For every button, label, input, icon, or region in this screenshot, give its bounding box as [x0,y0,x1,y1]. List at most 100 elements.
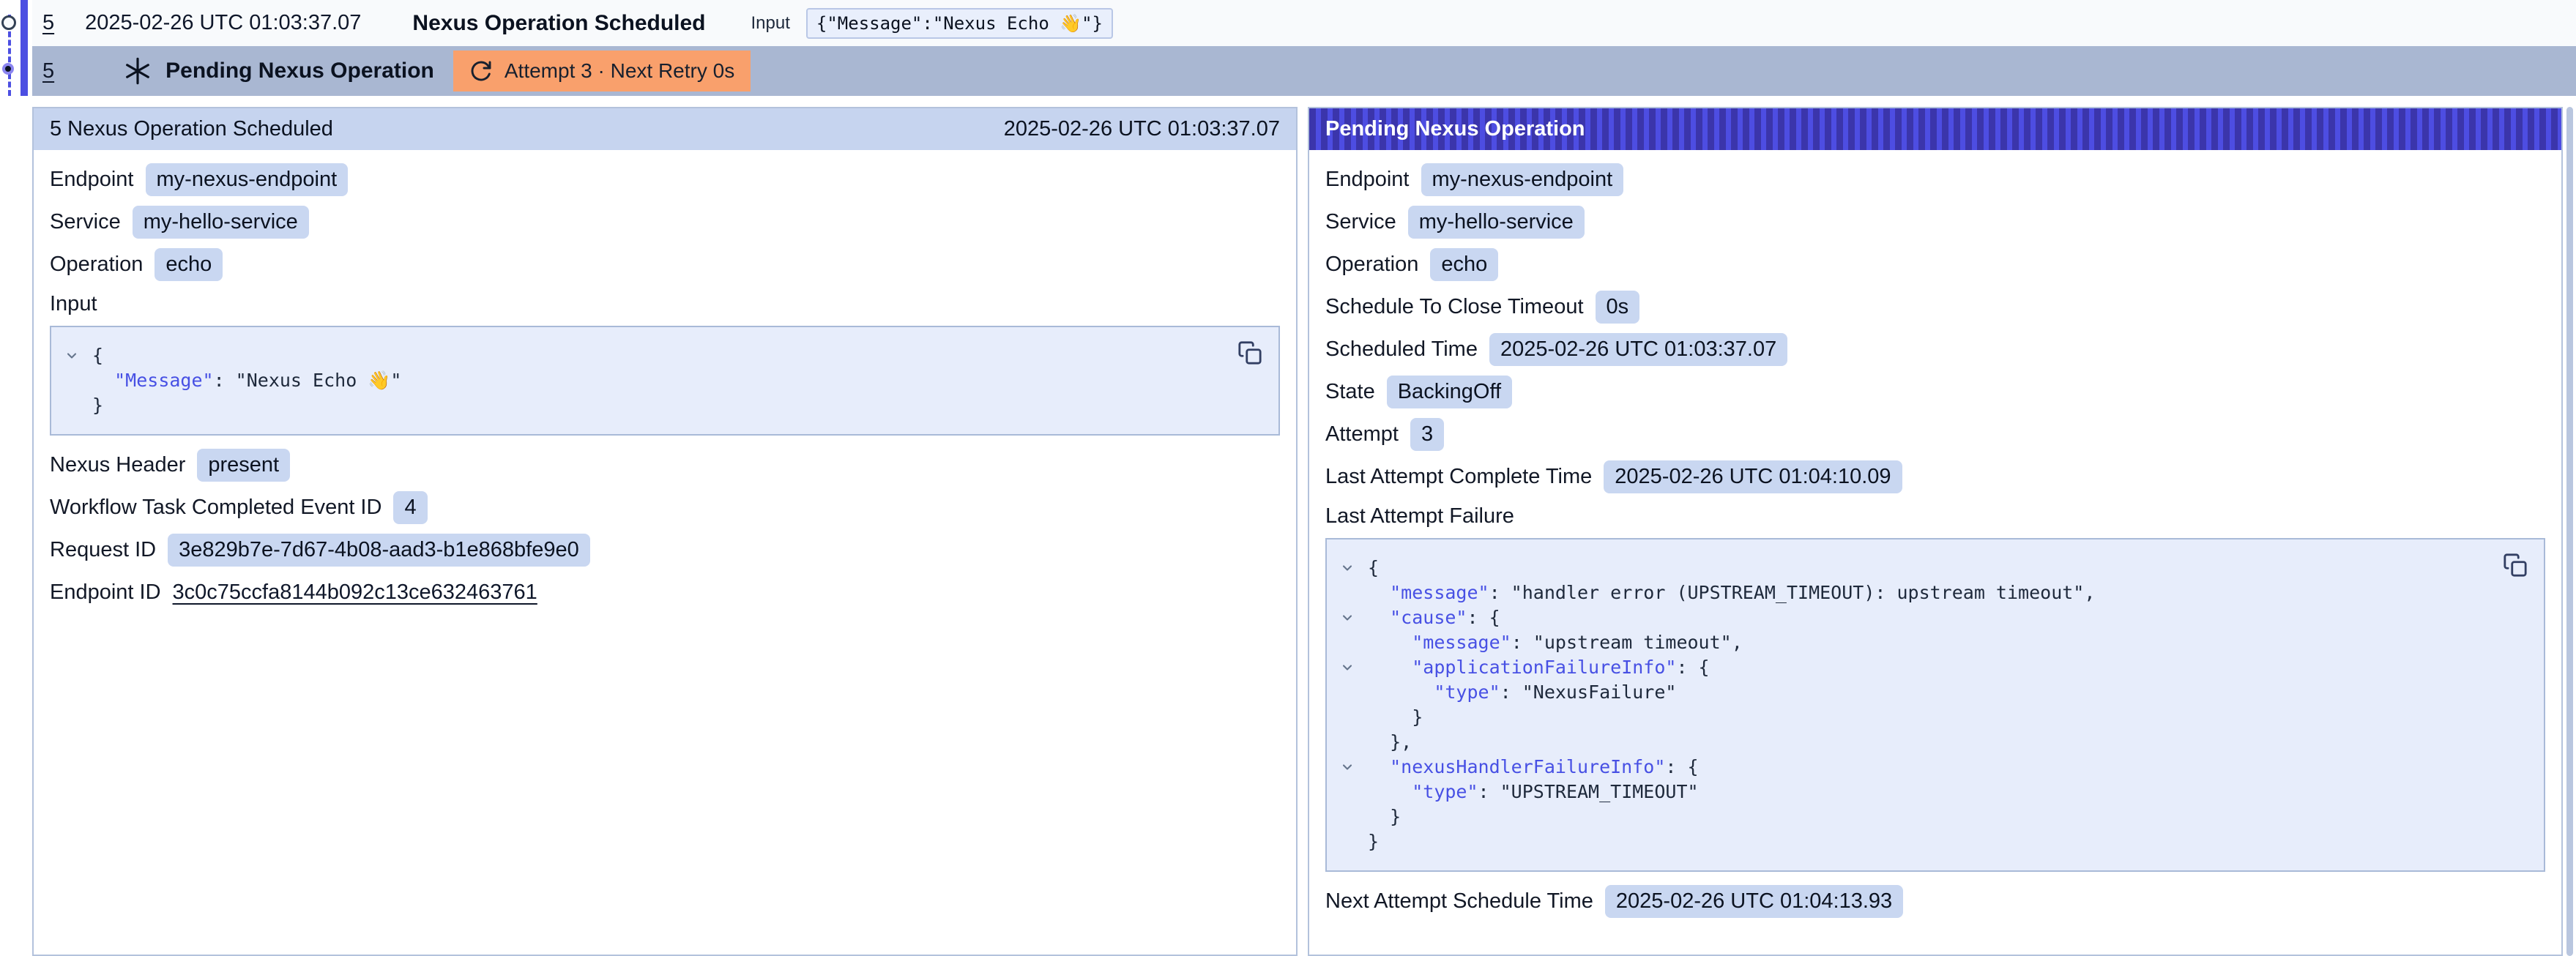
json-text: } [1368,831,1379,852]
json-text: : { [1676,657,1709,678]
event-time: 2025-02-26 UTC 01:03:37.07 [85,11,361,35]
code-line: "nexusHandlerFailureInfo": { [1327,755,2526,780]
retry-attempt-badge: Attempt 3 · Next Retry 0s [453,51,751,92]
json-text: }, [1368,731,1412,753]
code-gutter [1327,580,1368,605]
json-text [1368,607,1390,628]
detail-value-badge: 4 [393,491,427,524]
detail-label: Service [1325,210,1396,234]
detail-label: Last Attempt Failure [1325,503,2545,529]
row-separator [0,96,2576,107]
chevron-down-icon[interactable] [1327,755,1368,780]
copy-button[interactable] [2503,553,2528,580]
detail-value-badge: 3 [1410,418,1444,451]
timeline-node-open-icon [1,15,16,30]
json-text [1368,657,1412,678]
code-gutter [1327,730,1368,755]
code-line-text: "nexusHandlerFailureInfo": { [1368,755,1699,780]
json-text: } [92,395,103,416]
json-text: } [1368,806,1401,827]
chevron-down-icon[interactable] [1327,556,1368,580]
chevron-down-icon[interactable] [1327,655,1368,680]
detail-label: Operation [50,253,143,277]
detail-row: Endpoint my-nexus-endpoint [1325,163,2545,196]
scrollbar-thumb[interactable] [2566,107,2573,956]
json-key: "message" [1412,632,1511,653]
code-gutter [1327,829,1368,854]
code-line: } [1327,804,2526,829]
detail-label: Endpoint ID [50,580,161,605]
json-text: { [92,345,103,366]
detail-label: Nexus Header [50,453,185,477]
code-line-text: }, [1368,730,1412,755]
panel-body: Endpointmy-nexus-endpointServicemy-hello… [1309,150,2561,918]
panel-time: 2025-02-26 UTC 01:03:37.07 [1004,117,1280,141]
json-text: : "UPSTREAM_TIMEOUT" [1478,781,1699,802]
code-line-text: } [92,393,103,418]
json-text [92,370,114,391]
json-text [1368,781,1412,802]
event-title: Nexus Operation Scheduled [412,11,705,36]
code-line: } [1327,829,2526,854]
code-line: { [51,343,1261,368]
detail-label: Endpoint [50,168,134,192]
code-line: "type": "NexusFailure" [1327,680,2526,705]
endpoint-id-link[interactable]: 3c0c75ccfa8144b092c13ce632463761 [173,580,537,605]
event-detail-panel-pending: Pending Nexus Operation Endpoint my-nexus… [1308,107,2563,956]
json-text [1368,582,1390,603]
copy-button[interactable] [1237,340,1262,367]
chevron-down-icon[interactable] [1327,605,1368,630]
detail-row: Nexus Header present [50,449,1280,482]
code-line-text: "message": "handler error (UPSTREAM_TIME… [1368,580,2095,605]
code-line-text: } [1368,804,1401,829]
json-text: { [1368,557,1379,578]
event-id-link[interactable]: 5 [42,11,54,35]
detail-row: Endpoint ID 3c0c75ccfa8144b092c13ce632463… [50,576,1280,608]
detail-label: Schedule To Close Timeout [1325,295,1584,319]
json-text: : "upstream timeout", [1511,632,1743,653]
detail-label: Endpoint [1325,168,1410,192]
code-line-text: } [1368,829,1379,854]
detail-label: Attempt [1325,422,1399,447]
panel-header: 5 Nexus Operation Scheduled 2025-02-26 U… [34,108,1296,150]
detail-label: Scheduled Time [1325,337,1478,362]
json-text: : { [1665,756,1698,777]
code-line: "type": "UPSTREAM_TIMEOUT" [1327,780,2526,804]
detail-row: Endpointmy-nexus-endpoint [50,163,1280,196]
json-text [1368,756,1390,777]
event-row-scheduled[interactable]: 5 2025-02-26 UTC 01:03:37.07 Nexus Opera… [32,0,2576,46]
detail-row: Next Attempt Schedule Time2025-02-26 UTC… [1325,885,2545,918]
detail-value-badge: BackingOff [1387,376,1512,408]
input-chip[interactable]: {"Message":"Nexus Echo 👋"} [806,8,1113,39]
code-line: "Message": "Nexus Echo 👋" [51,368,1261,393]
event-row-pending-selected[interactable]: 5 Pending Nexus Operation Attempt 3 · Ne… [32,46,2576,96]
code-line: { [1327,556,2526,580]
json-key: "applicationFailureInfo" [1412,657,1676,678]
code-line-text: } [1368,705,1423,730]
detail-row: StateBackingOff [1325,376,2545,408]
code-line: } [51,393,1261,418]
event-id-link[interactable]: 5 [42,59,54,83]
chevron-down-icon[interactable] [51,343,92,368]
code-line-text: { [1368,556,1379,580]
code-gutter [1327,705,1368,730]
json-text [1368,681,1434,703]
event-detail-panel-scheduled: 5 Nexus Operation Scheduled 2025-02-26 U… [32,107,1298,956]
retry-badge-label: Attempt 3 · Next Retry 0s [505,59,734,83]
event-title: Pending Nexus Operation [165,59,434,83]
json-key: "type" [1412,781,1478,802]
code-line-text: "Message": "Nexus Echo 👋" [92,368,401,393]
detail-value-badge: my-nexus-endpoint [1421,163,1624,196]
panel-title: Pending Nexus Operation [1325,117,1585,141]
code-gutter [51,368,92,393]
detail-value-badge: echo [155,248,223,281]
json-text: : "handler error (UPSTREAM_TIMEOUT): ups… [1489,582,2096,603]
json-key: "cause" [1390,607,1467,628]
code-line-text: "cause": { [1368,605,1500,630]
code-line: "applicationFailureInfo": { [1327,655,2526,680]
detail-label: Service [50,210,121,234]
code-gutter [1327,804,1368,829]
detail-value-badge: present [197,449,290,482]
detail-value-badge: my-hello-service [133,206,309,239]
detail-value-badge: 0s [1596,291,1640,324]
